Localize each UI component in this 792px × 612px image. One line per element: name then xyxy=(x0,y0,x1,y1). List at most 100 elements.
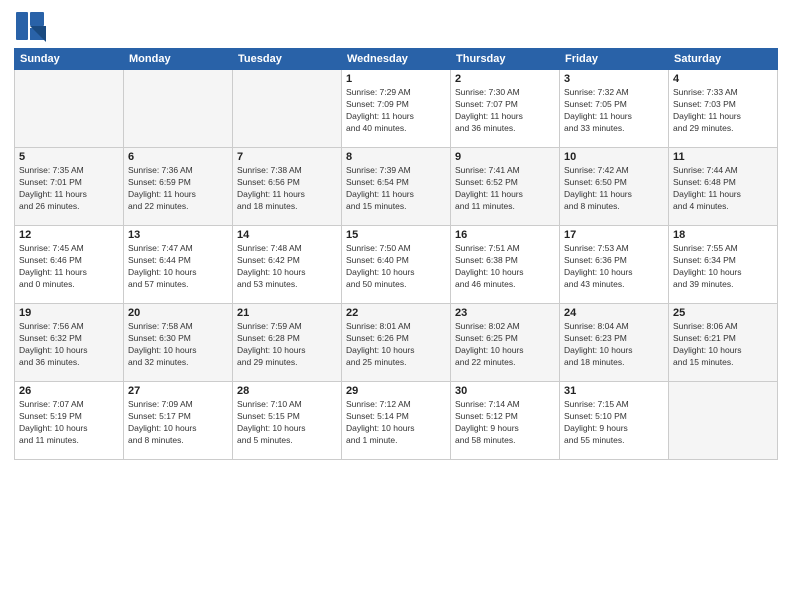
calendar-cell: 30 Sunrise: 7:14 AM Sunset: 5:12 PM Dayli… xyxy=(451,382,560,460)
day-info: Sunrise: 7:38 AM Sunset: 6:56 PM Dayligh… xyxy=(237,165,337,213)
day-info: Sunrise: 8:04 AM Sunset: 6:23 PM Dayligh… xyxy=(564,321,664,369)
day-info: Sunrise: 7:14 AM Sunset: 5:12 PM Dayligh… xyxy=(455,399,555,447)
day-number: 4 xyxy=(673,73,773,85)
day-number: 26 xyxy=(19,385,119,397)
day-number: 28 xyxy=(237,385,337,397)
day-info: Sunrise: 7:45 AM Sunset: 6:46 PM Dayligh… xyxy=(19,243,119,291)
calendar-header-sunday: Sunday xyxy=(15,49,124,70)
day-number: 11 xyxy=(673,151,773,163)
day-number: 27 xyxy=(128,385,228,397)
calendar-cell: 18 Sunrise: 7:55 AM Sunset: 6:34 PM Dayli… xyxy=(669,226,778,304)
day-number: 2 xyxy=(455,73,555,85)
calendar-cell: 11 Sunrise: 7:44 AM Sunset: 6:48 PM Dayli… xyxy=(669,148,778,226)
day-info: Sunrise: 7:50 AM Sunset: 6:40 PM Dayligh… xyxy=(346,243,446,291)
day-info: Sunrise: 7:35 AM Sunset: 7:01 PM Dayligh… xyxy=(19,165,119,213)
day-number: 18 xyxy=(673,229,773,241)
day-number: 16 xyxy=(455,229,555,241)
calendar-cell: 23Sunrise: 8:02 AM Sunset: 6:25 PM Dayli… xyxy=(451,304,560,382)
day-number: 10 xyxy=(564,151,664,163)
calendar-header-saturday: Saturday xyxy=(669,49,778,70)
day-info: Sunrise: 7:09 AM Sunset: 5:17 PM Dayligh… xyxy=(128,399,228,447)
day-number: 22 xyxy=(346,307,446,319)
calendar-cell: 14 Sunrise: 7:48 AM Sunset: 6:42 PM Dayli… xyxy=(233,226,342,304)
calendar-cell: 15 Sunrise: 7:50 AM Sunset: 6:40 PM Dayli… xyxy=(342,226,451,304)
calendar-cell: 7 Sunrise: 7:38 AM Sunset: 6:56 PM Daylig… xyxy=(233,148,342,226)
day-number: 12 xyxy=(19,229,119,241)
day-info: Sunrise: 8:06 AM Sunset: 6:21 PM Dayligh… xyxy=(673,321,773,369)
day-info: Sunrise: 7:36 AM Sunset: 6:59 PM Dayligh… xyxy=(128,165,228,213)
calendar-header-tuesday: Tuesday xyxy=(233,49,342,70)
day-number: 30 xyxy=(455,385,555,397)
day-info: Sunrise: 7:30 AM Sunset: 7:07 PM Dayligh… xyxy=(455,87,555,135)
calendar-cell: 3Sunrise: 7:32 AM Sunset: 7:05 PM Daylig… xyxy=(560,70,669,148)
day-number: 1 xyxy=(346,73,446,85)
calendar-week-1: 5 Sunrise: 7:35 AM Sunset: 7:01 PM Daylig… xyxy=(15,148,778,226)
calendar-table: SundayMondayTuesdayWednesdayThursdayFrid… xyxy=(14,48,778,460)
day-info: Sunrise: 7:51 AM Sunset: 6:38 PM Dayligh… xyxy=(455,243,555,291)
calendar-cell: 12 Sunrise: 7:45 AM Sunset: 6:46 PM Dayli… xyxy=(15,226,124,304)
calendar-cell xyxy=(233,70,342,148)
day-info: Sunrise: 7:33 AM Sunset: 7:03 PM Dayligh… xyxy=(673,87,773,135)
logo xyxy=(14,10,48,42)
day-number: 6 xyxy=(128,151,228,163)
day-info: Sunrise: 7:47 AM Sunset: 6:44 PM Dayligh… xyxy=(128,243,228,291)
day-number: 21 xyxy=(237,307,337,319)
day-number: 9 xyxy=(455,151,555,163)
calendar-header-friday: Friday xyxy=(560,49,669,70)
calendar-cell: 6 Sunrise: 7:36 AM Sunset: 6:59 PM Daylig… xyxy=(124,148,233,226)
day-number: 29 xyxy=(346,385,446,397)
day-number: 25 xyxy=(673,307,773,319)
day-info: Sunrise: 7:56 AM Sunset: 6:32 PM Dayligh… xyxy=(19,321,119,369)
day-number: 19 xyxy=(19,307,119,319)
day-info: Sunrise: 7:07 AM Sunset: 5:19 PM Dayligh… xyxy=(19,399,119,447)
calendar-cell xyxy=(124,70,233,148)
calendar-cell: 4 Sunrise: 7:33 AM Sunset: 7:03 PM Daylig… xyxy=(669,70,778,148)
calendar-cell xyxy=(15,70,124,148)
calendar-cell: 21Sunrise: 7:59 AM Sunset: 6:28 PM Dayli… xyxy=(233,304,342,382)
day-number: 17 xyxy=(564,229,664,241)
day-number: 8 xyxy=(346,151,446,163)
calendar-cell: 25 Sunrise: 8:06 AM Sunset: 6:21 PM Dayli… xyxy=(669,304,778,382)
day-number: 20 xyxy=(128,307,228,319)
day-info: Sunrise: 7:53 AM Sunset: 6:36 PM Dayligh… xyxy=(564,243,664,291)
day-info: Sunrise: 7:48 AM Sunset: 6:42 PM Dayligh… xyxy=(237,243,337,291)
calendar-cell: 1 Sunrise: 7:29 AM Sunset: 7:09 PM Daylig… xyxy=(342,70,451,148)
day-number: 3 xyxy=(564,73,664,85)
day-number: 14 xyxy=(237,229,337,241)
day-number: 31 xyxy=(564,385,664,397)
day-info: Sunrise: 8:02 AM Sunset: 6:25 PM Dayligh… xyxy=(455,321,555,369)
calendar-cell: 26 Sunrise: 7:07 AM Sunset: 5:19 PM Dayli… xyxy=(15,382,124,460)
calendar-cell: 24Sunrise: 8:04 AM Sunset: 6:23 PM Dayli… xyxy=(560,304,669,382)
calendar-cell: 20Sunrise: 7:58 AM Sunset: 6:30 PM Dayli… xyxy=(124,304,233,382)
day-info: Sunrise: 7:10 AM Sunset: 5:15 PM Dayligh… xyxy=(237,399,337,447)
calendar-cell: 2 Sunrise: 7:30 AM Sunset: 7:07 PM Daylig… xyxy=(451,70,560,148)
calendar-cell: 22Sunrise: 8:01 AM Sunset: 6:26 PM Dayli… xyxy=(342,304,451,382)
calendar-week-0: 1 Sunrise: 7:29 AM Sunset: 7:09 PM Daylig… xyxy=(15,70,778,148)
day-number: 5 xyxy=(19,151,119,163)
logo-icon xyxy=(14,10,46,42)
header xyxy=(14,10,778,42)
calendar-cell: 29 Sunrise: 7:12 AM Sunset: 5:14 PM Dayli… xyxy=(342,382,451,460)
day-number: 13 xyxy=(128,229,228,241)
calendar-cell: 10Sunrise: 7:42 AM Sunset: 6:50 PM Dayli… xyxy=(560,148,669,226)
day-number: 7 xyxy=(237,151,337,163)
calendar-week-3: 19 Sunrise: 7:56 AM Sunset: 6:32 PM Dayli… xyxy=(15,304,778,382)
page: SundayMondayTuesdayWednesdayThursdayFrid… xyxy=(0,0,792,612)
day-info: Sunrise: 7:44 AM Sunset: 6:48 PM Dayligh… xyxy=(673,165,773,213)
day-info: Sunrise: 7:29 AM Sunset: 7:09 PM Dayligh… xyxy=(346,87,446,135)
calendar-week-2: 12 Sunrise: 7:45 AM Sunset: 6:46 PM Dayli… xyxy=(15,226,778,304)
day-info: Sunrise: 7:41 AM Sunset: 6:52 PM Dayligh… xyxy=(455,165,555,213)
calendar-header-monday: Monday xyxy=(124,49,233,70)
calendar-header-wednesday: Wednesday xyxy=(342,49,451,70)
calendar-cell: 5 Sunrise: 7:35 AM Sunset: 7:01 PM Daylig… xyxy=(15,148,124,226)
calendar-cell xyxy=(669,382,778,460)
day-info: Sunrise: 7:12 AM Sunset: 5:14 PM Dayligh… xyxy=(346,399,446,447)
calendar-cell: 17 Sunrise: 7:53 AM Sunset: 6:36 PM Dayli… xyxy=(560,226,669,304)
calendar-cell: 8Sunrise: 7:39 AM Sunset: 6:54 PM Daylig… xyxy=(342,148,451,226)
day-number: 15 xyxy=(346,229,446,241)
calendar-cell: 13 Sunrise: 7:47 AM Sunset: 6:44 PM Dayli… xyxy=(124,226,233,304)
calendar-cell: 9 Sunrise: 7:41 AM Sunset: 6:52 PM Daylig… xyxy=(451,148,560,226)
day-info: Sunrise: 7:15 AM Sunset: 5:10 PM Dayligh… xyxy=(564,399,664,447)
calendar-cell: 19 Sunrise: 7:56 AM Sunset: 6:32 PM Dayli… xyxy=(15,304,124,382)
day-info: Sunrise: 7:55 AM Sunset: 6:34 PM Dayligh… xyxy=(673,243,773,291)
